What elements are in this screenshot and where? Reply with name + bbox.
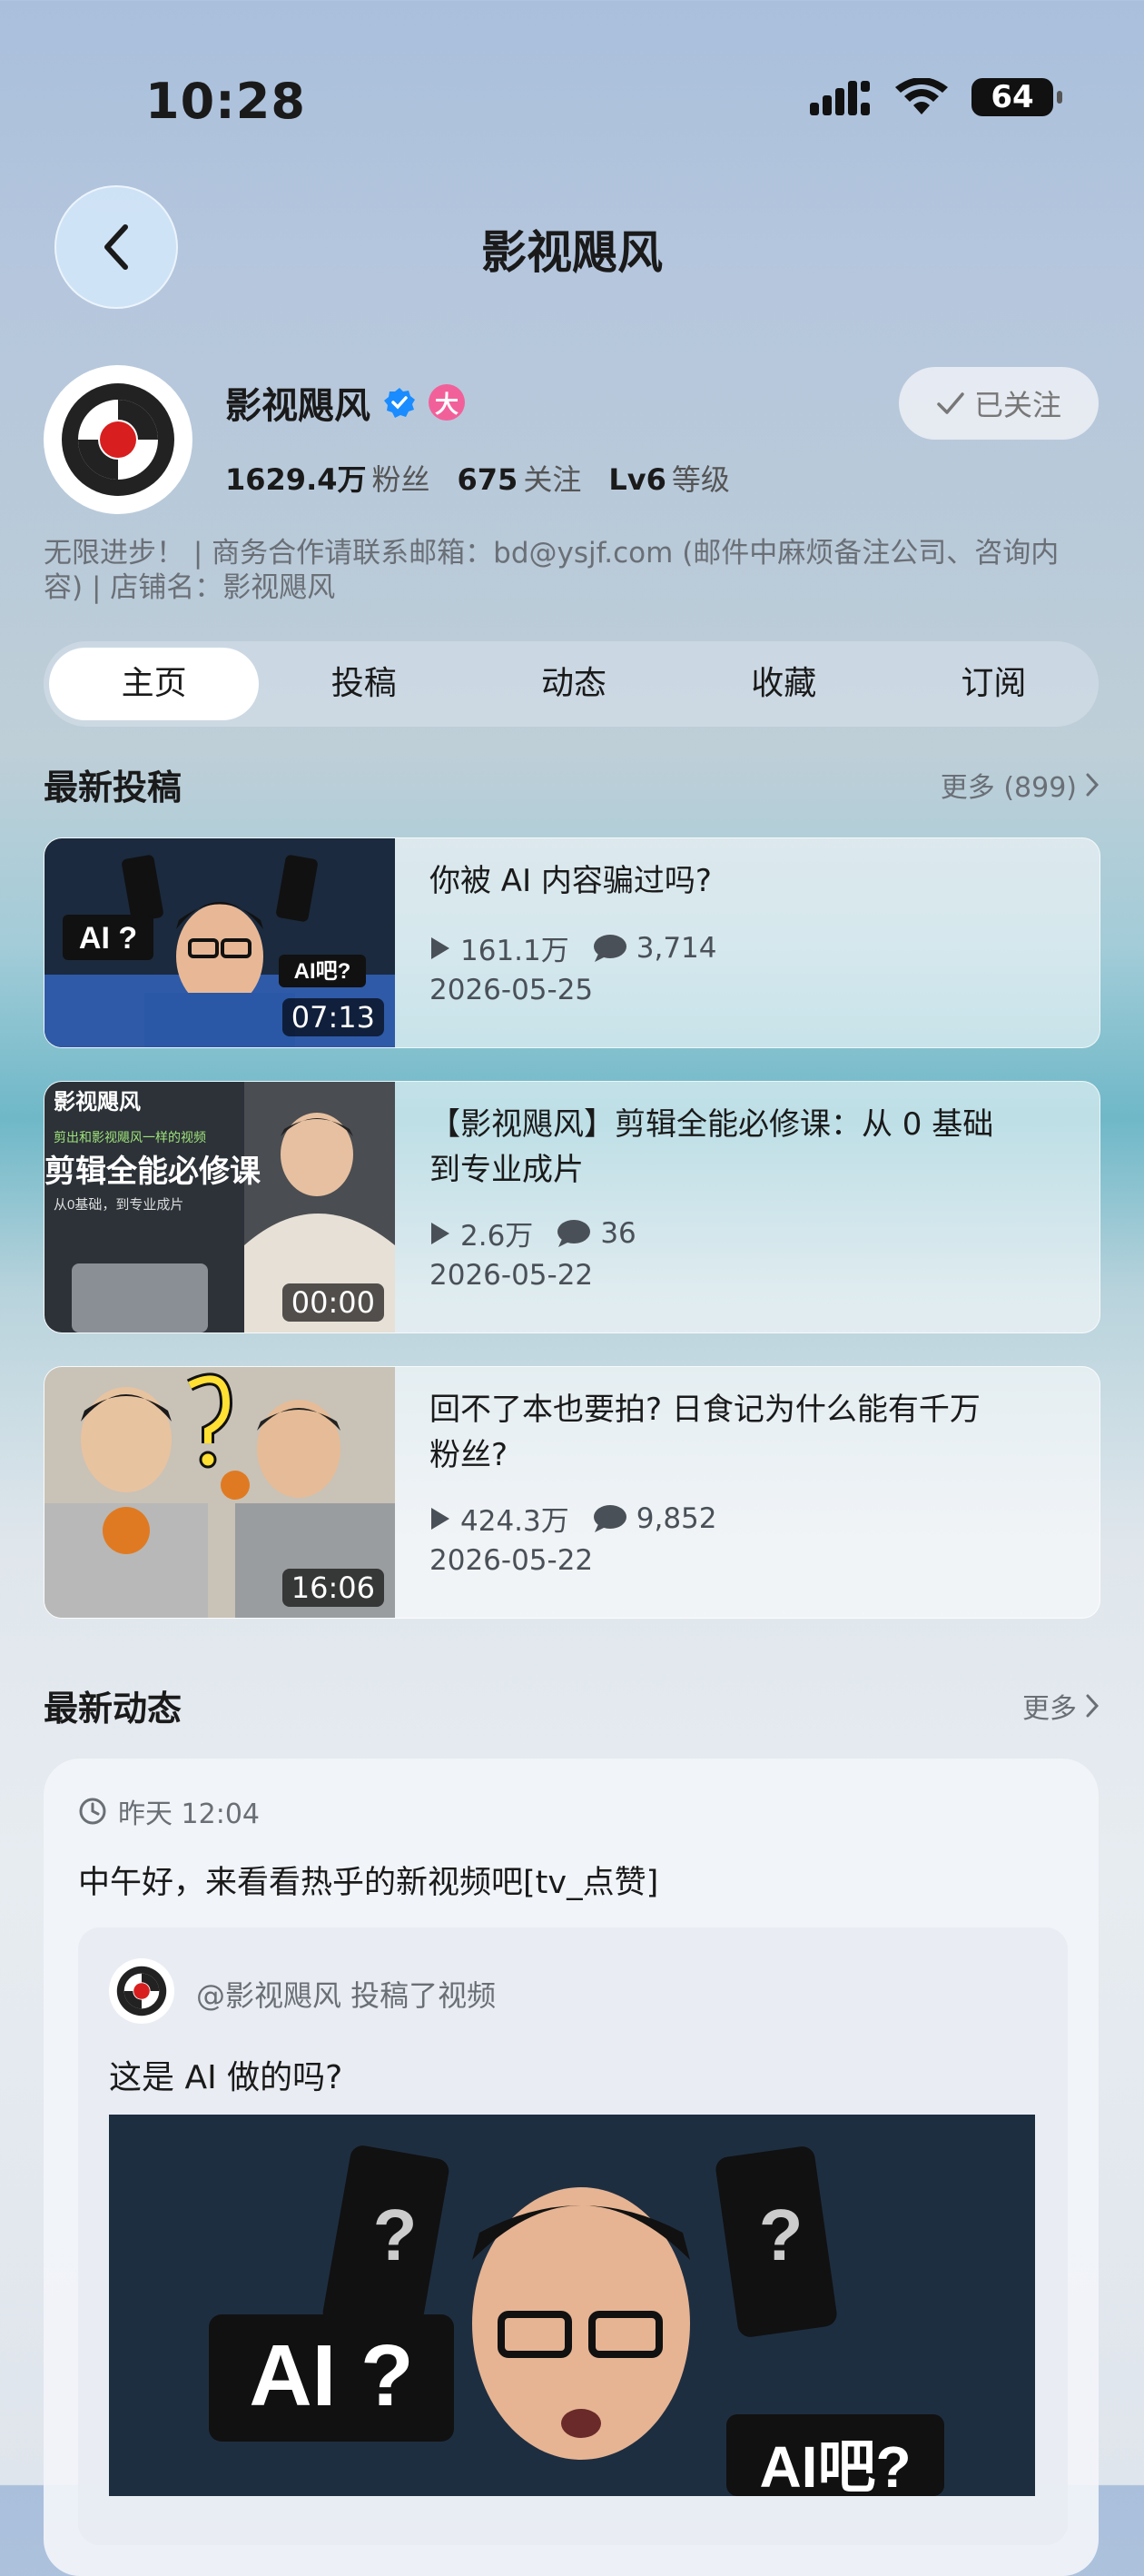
level-stat: Lv6 等级 xyxy=(608,462,730,497)
thumbnail-sub: 从0基础，到专业成片 xyxy=(54,1197,183,1213)
tab-home[interactable]: 主页 xyxy=(49,648,260,720)
video-card[interactable]: 影视飓风 剪出和影视飓风一样的视频 剪辑全能必修课 从0基础，到专业成片 00:… xyxy=(44,1081,1100,1333)
profile-bio: 无限进步！ | 商务合作请联系邮箱：bd@ysjf.com (邮件中麻烦备注公司… xyxy=(44,537,1060,604)
video-info: 回不了本也要拍? 日食记为什么能有千万粉丝? 424.3万 9,852 2026… xyxy=(395,1367,1100,1618)
chevron-right-icon xyxy=(1086,773,1100,797)
play-icon xyxy=(431,1507,449,1530)
battery-indicator: 64 xyxy=(971,78,1062,116)
thumbnail-big: 剪辑全能必修课 xyxy=(44,1154,261,1189)
video-card[interactable]: 16:06 回不了本也要拍? 日食记为什么能有千万粉丝? 424.3万 9,85… xyxy=(44,1366,1100,1619)
latest-videos-more[interactable]: 更多 (899) xyxy=(941,765,1100,805)
comment-icon xyxy=(557,1219,591,1247)
embedded-thumb-ai: AI ? xyxy=(249,2327,413,2424)
profile-name-row: 影视飓风 大 xyxy=(225,376,465,429)
wifi-icon xyxy=(895,78,948,114)
video-info: 你被 AI 内容骗过吗? 161.1万 3,714 2026-05-25 xyxy=(395,838,1100,1047)
vip-badge: 大 xyxy=(429,384,465,421)
video-title: 你被 AI 内容骗过吗? xyxy=(429,863,712,899)
dynamic-time: 昨天 12:04 xyxy=(78,1791,260,1831)
tab-videos[interactable]: 投稿 xyxy=(259,648,468,720)
thumbnail-small: 剪出和影视飓风一样的视频 xyxy=(54,1130,206,1144)
status-icons: 64 xyxy=(810,78,1062,116)
thumbnail-image: ? ? AI ? AI吧? xyxy=(109,2115,1035,2496)
video-duration: 16:06 xyxy=(281,1569,384,1607)
tab-dynamics[interactable]: 动态 xyxy=(468,648,678,720)
svg-text:?: ? xyxy=(759,2195,804,2275)
followers-stat[interactable]: 1629.4万 粉丝 xyxy=(225,457,430,499)
video-thumbnail: 16:06 xyxy=(44,1367,395,1618)
brand-logo-icon xyxy=(47,369,189,510)
latest-dynamics-title: 最新动态 xyxy=(44,1689,182,1729)
page-title: 影视飓风 xyxy=(481,226,663,279)
embedded-avatar[interactable] xyxy=(109,1958,174,2024)
video-card[interactable]: AI ? AI吧? 07:13 你被 AI 内容骗过吗? 161.1万 3,71… xyxy=(44,837,1100,1048)
video-duration: 00:00 xyxy=(281,1283,384,1322)
video-title: 回不了本也要拍? 日食记为什么能有千万粉丝? xyxy=(429,1392,981,1473)
status-time: 10:28 xyxy=(145,73,306,130)
check-icon xyxy=(937,392,964,414)
dynamic-time-label: 昨天 12:04 xyxy=(118,1798,260,1830)
embedded-title: 这是 AI 做的吗? xyxy=(109,2059,343,2096)
follow-button[interactable]: 已关注 xyxy=(899,367,1099,440)
comment-icon xyxy=(593,1504,626,1532)
brand-logo-icon xyxy=(110,1959,173,2023)
clock-icon xyxy=(79,1798,106,1825)
video-comments: 3,714 xyxy=(636,931,717,965)
video-views: 424.3万 xyxy=(460,1505,569,1538)
embedded-thumbnail[interactable]: ? ? AI ? AI吧? xyxy=(109,2115,1035,2496)
video-title: 【影视飓风】剪辑全能必修课：从 0 基础到专业成片 xyxy=(429,1106,994,1188)
cellular-signal-icon xyxy=(810,81,870,115)
svg-text:?: ? xyxy=(373,2195,418,2275)
video-info: 【影视飓风】剪辑全能必修课：从 0 基础到专业成片 2.6万 36 2026-0… xyxy=(395,1082,1100,1333)
profile-tabs: 主页 投稿 动态 收藏 订阅 xyxy=(44,641,1099,727)
embedded-author: @影视飓风 投稿了视频 xyxy=(196,1978,497,2013)
play-icon xyxy=(431,936,449,959)
chevron-right-icon xyxy=(1086,1694,1100,1718)
video-thumbnail: 影视飓风 剪出和影视飓风一样的视频 剪辑全能必修课 从0基础，到专业成片 00:… xyxy=(44,1082,395,1333)
embedded-thumb-ai2: AI吧? xyxy=(759,2434,911,2496)
video-date: 2026-05-25 xyxy=(429,974,594,1006)
latest-videos-more-label: 更多 (899) xyxy=(940,772,1077,804)
following-stat[interactable]: 675 关注 xyxy=(458,457,582,499)
latest-dynamics-more[interactable]: 更多 xyxy=(1022,1686,1100,1726)
thumbnail-text-ai2: AI吧? xyxy=(294,959,351,984)
thumbnail-text-ai: AI ? xyxy=(79,921,137,956)
video-views: 161.1万 xyxy=(460,935,569,967)
video-views: 2.6万 xyxy=(460,1220,534,1253)
tab-subscriptions[interactable]: 订阅 xyxy=(889,648,1099,720)
video-date: 2026-05-22 xyxy=(429,1544,594,1577)
video-thumbnail: AI ? AI吧? 07:13 xyxy=(44,838,395,1047)
follow-button-label: 已关注 xyxy=(973,388,1061,422)
profile-name: 影视飓风 xyxy=(225,385,370,427)
profile-stats: 1629.4万 粉丝 675 关注 Lv6 等级 xyxy=(225,457,730,499)
comment-icon xyxy=(593,934,626,962)
dynamic-text: 中午好，来看看热乎的新视频吧[tv_点赞] xyxy=(78,1865,659,1901)
latest-videos-title: 最新投稿 xyxy=(44,768,182,807)
video-comments: 9,852 xyxy=(636,1501,717,1535)
avatar[interactable] xyxy=(44,365,192,514)
latest-dynamics-more-label: 更多 xyxy=(1022,1693,1077,1725)
thumbnail-brand: 影视飓风 xyxy=(54,1090,141,1115)
play-icon xyxy=(431,1222,449,1244)
verified-badge-icon xyxy=(384,388,415,418)
video-date: 2026-05-22 xyxy=(429,1259,594,1292)
video-duration: 07:13 xyxy=(281,998,384,1036)
video-comments: 36 xyxy=(600,1216,636,1250)
tab-favorites[interactable]: 收藏 xyxy=(679,648,889,720)
